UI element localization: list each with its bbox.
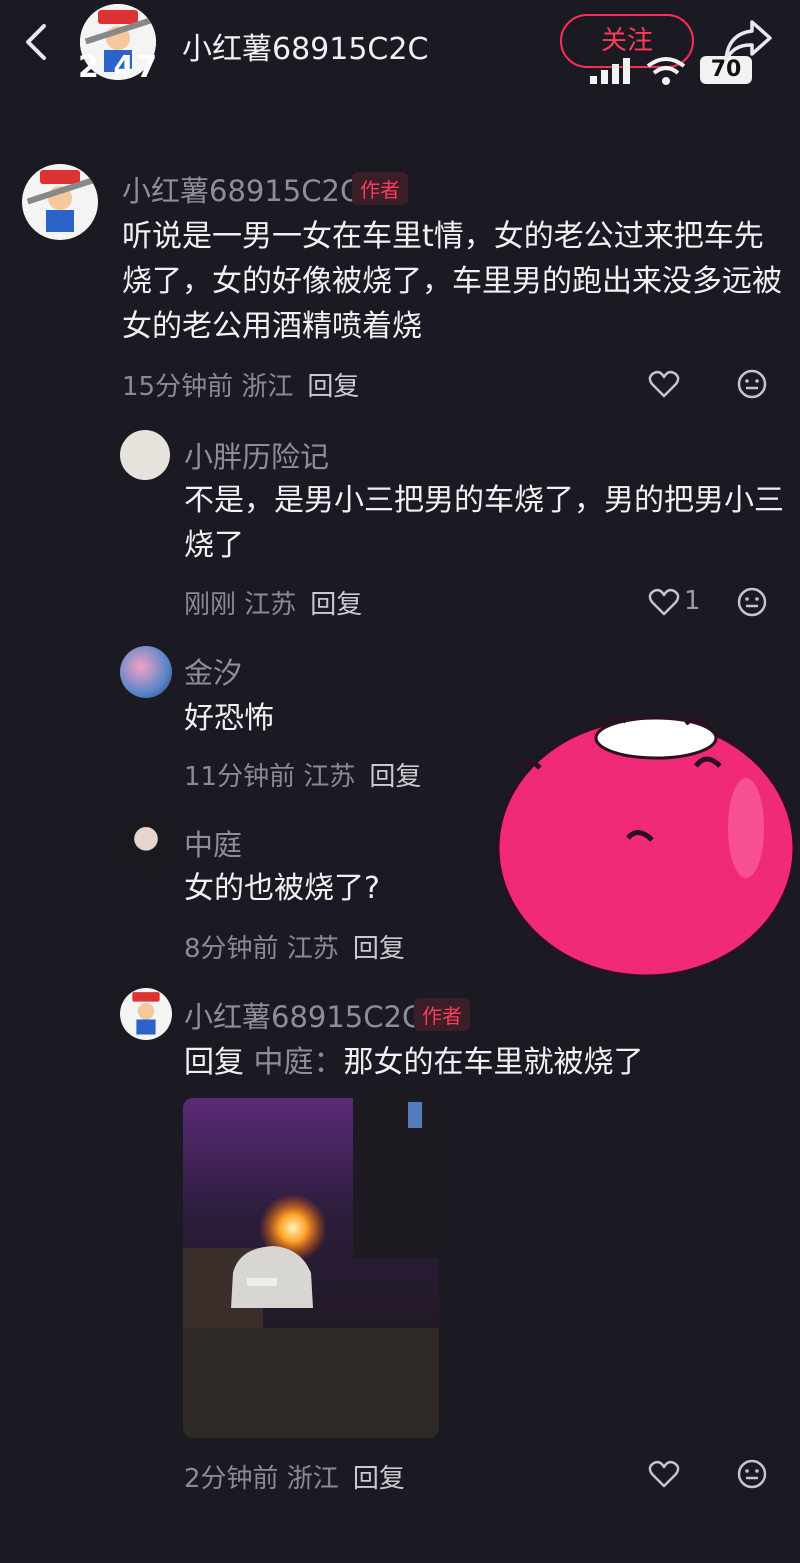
reply-button[interactable]: 回复 bbox=[353, 1464, 405, 1494]
reply-to-user[interactable]: 中庭： bbox=[254, 1045, 344, 1080]
comment-text: 听说是一男一女在车里t情，女的老公过来把车先烧了，女的好像被烧了，车里男的跑出来… bbox=[122, 219, 782, 344]
wifi-icon bbox=[646, 57, 686, 85]
comment-time-location: 8分钟前 江苏 bbox=[184, 934, 339, 964]
header-username[interactable]: 小红薯68915C2C bbox=[182, 24, 428, 68]
comment-username[interactable]: 中庭 bbox=[184, 822, 242, 864]
comment-time-location: 15分钟前 浙江 bbox=[122, 372, 294, 402]
reply-button[interactable]: 回复 bbox=[369, 762, 421, 792]
comment-avatar[interactable] bbox=[120, 646, 172, 698]
comment-meta: 11分钟前 江苏 回复 bbox=[184, 756, 421, 793]
share-icon[interactable] bbox=[722, 18, 774, 64]
status-time: 2 47 bbox=[78, 50, 160, 85]
comment-avatar[interactable] bbox=[22, 164, 98, 240]
comment-photo[interactable] bbox=[183, 1098, 439, 1438]
comment-username[interactable]: 小红薯68915C2C bbox=[122, 168, 360, 210]
author-badge: 作者 bbox=[352, 172, 408, 205]
comment-avatar[interactable] bbox=[120, 818, 172, 870]
reply-button[interactable]: 回复 bbox=[307, 372, 359, 402]
comment-username[interactable]: 金汐 bbox=[184, 650, 242, 692]
emoji-icon[interactable] bbox=[736, 586, 768, 618]
author-badge: 作者 bbox=[414, 998, 470, 1031]
comment-text: 回复 中庭：那女的在车里就被烧了 bbox=[184, 1040, 784, 1085]
comment-meta: 刚刚 江苏 回复 bbox=[184, 584, 362, 621]
heart-icon[interactable] bbox=[648, 586, 680, 618]
comment-meta: 15分钟前 浙江 回复 bbox=[122, 366, 359, 403]
comment-time-location: 11分钟前 江苏 bbox=[184, 762, 356, 792]
reply-button[interactable]: 回复 bbox=[353, 934, 405, 964]
pink-blob-sticker bbox=[496, 715, 796, 978]
back-chevron-icon[interactable] bbox=[18, 22, 58, 62]
comment-avatar[interactable] bbox=[120, 430, 170, 480]
comment-meta: 2分钟前 浙江 回复 bbox=[184, 1458, 405, 1495]
comment-time-location: 刚刚 江苏 bbox=[184, 590, 297, 620]
emoji-icon[interactable] bbox=[736, 368, 768, 400]
heart-icon[interactable] bbox=[648, 368, 680, 400]
comment-username[interactable]: 小胖历险记 bbox=[184, 434, 329, 476]
comment-time-location: 2分钟前 浙江 bbox=[184, 1464, 339, 1494]
heart-icon[interactable] bbox=[648, 1458, 680, 1490]
signal-icon bbox=[590, 58, 630, 84]
emoji-icon[interactable] bbox=[736, 1458, 768, 1490]
reply-text: 那女的在车里就被烧了 bbox=[343, 1045, 644, 1080]
like-count: 1 bbox=[684, 586, 701, 616]
comment-avatar[interactable] bbox=[120, 988, 172, 1040]
comment-text: 不是，是男小三把男的车烧了，男的把男小三烧了 bbox=[184, 483, 784, 563]
comment-meta: 8分钟前 江苏 回复 bbox=[184, 928, 405, 965]
reply-prefix: 回复 bbox=[184, 1045, 244, 1080]
comment-username[interactable]: 小红薯68915C2C bbox=[184, 994, 422, 1036]
reply-button[interactable]: 回复 bbox=[310, 590, 362, 620]
